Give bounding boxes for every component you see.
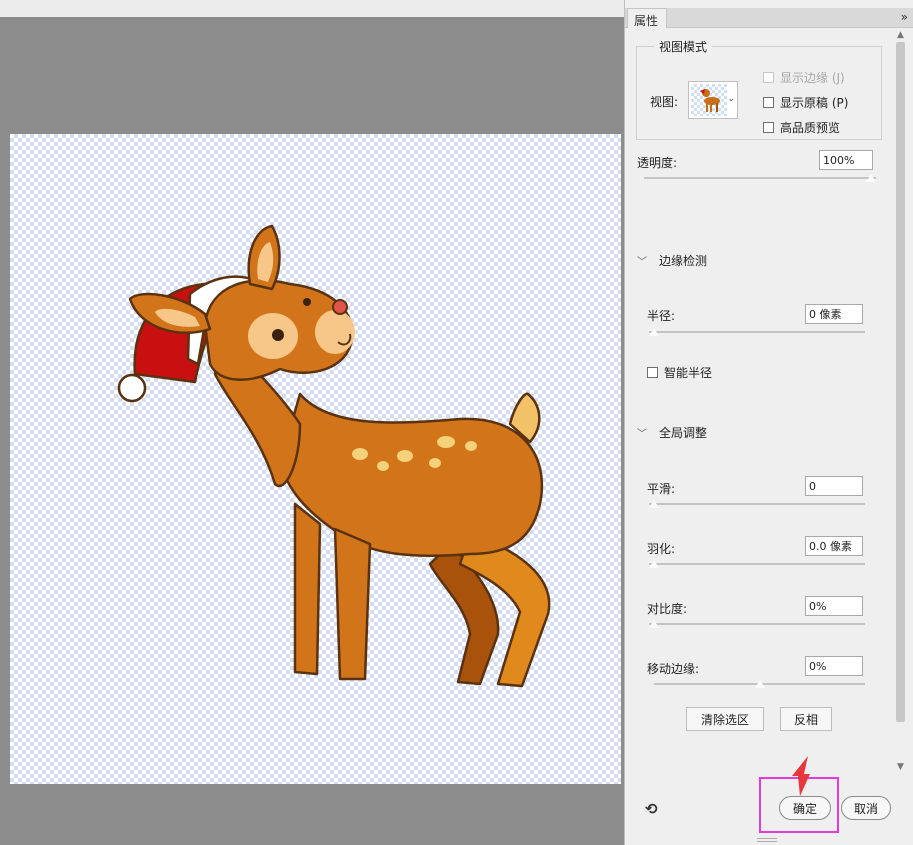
canvas-area	[0, 0, 624, 845]
slider-track	[644, 177, 876, 179]
deer-thumbnail-icon	[700, 89, 720, 112]
deer-illustration	[117, 224, 551, 688]
invert-button[interactable]: 反相	[780, 707, 832, 731]
resize-grip[interactable]	[757, 838, 777, 842]
slider-track	[649, 503, 865, 505]
smooth-slider[interactable]	[648, 499, 865, 510]
contrast-slider[interactable]	[648, 619, 865, 630]
contrast-label: 对比度:	[647, 602, 688, 616]
slider-track	[649, 563, 865, 565]
smooth-input[interactable]	[805, 476, 863, 496]
reset-icon[interactable]: ⟲	[645, 800, 658, 818]
chevron-down-icon: ﹀	[637, 429, 647, 440]
smart-radius-label: 智能半径	[664, 366, 713, 380]
opacity-slider[interactable]	[644, 173, 877, 184]
edge-detection-header[interactable]: ﹀ 边缘检测	[637, 252, 707, 269]
smart-radius-checkbox[interactable]	[647, 367, 658, 378]
global-refine-title: 全局调整	[659, 426, 708, 440]
view-mode-group: 视图模式 视图: ⌄ 显示边缘 (J) 显示原稿 (P) 高品质预览	[636, 38, 882, 140]
high-quality-preview-option[interactable]: 高品质预览	[763, 119, 840, 136]
shift-edge-label: 移动边缘:	[647, 662, 700, 676]
properties-panel: 属性 » ▲ ▼ 视图模式 视图: ⌄ 显示边缘 (J) 显示原稿 (P) 高品…	[624, 0, 913, 845]
slider-track	[649, 623, 865, 625]
edge-detection-title: 边缘检测	[659, 254, 708, 268]
global-refine-header[interactable]: ﹀ 全局调整	[637, 424, 707, 441]
shift-edge-input[interactable]	[805, 656, 863, 676]
clear-selection-button[interactable]: 清除选区	[686, 707, 764, 731]
radius-slider[interactable]	[648, 327, 865, 338]
view-mode-title: 视图模式	[654, 38, 713, 55]
slider-thumb[interactable]	[648, 619, 660, 629]
cancel-button[interactable]: 取消	[841, 796, 891, 820]
slider-thumb[interactable]	[648, 559, 660, 569]
high-quality-preview-checkbox[interactable]	[763, 122, 774, 133]
scroll-up-icon[interactable]: ▲	[897, 30, 904, 40]
show-original-label: 显示原稿 (P)	[780, 96, 849, 110]
opacity-label: 透明度:	[637, 156, 678, 170]
view-thumbnail	[691, 84, 727, 116]
show-edge-label: 显示边缘 (J)	[780, 71, 845, 85]
slider-thumb[interactable]	[865, 173, 877, 183]
scrollbar-thumb[interactable]	[896, 42, 905, 722]
panel-scrollbar[interactable]: ▲ ▼	[893, 28, 909, 778]
slider-thumb[interactable]	[648, 327, 660, 337]
feather-label: 羽化:	[647, 542, 676, 556]
opacity-input[interactable]	[819, 150, 873, 170]
canvas-top-strip	[0, 0, 624, 17]
contrast-input[interactable]	[805, 596, 863, 616]
chevron-down-icon: ﹀	[637, 257, 647, 268]
slider-thumb[interactable]	[648, 499, 660, 509]
radius-input[interactable]	[805, 304, 863, 324]
panel-header: 属性 »	[625, 8, 913, 28]
slider-track	[649, 331, 865, 333]
red-arrow-icon	[792, 756, 810, 796]
view-mode-dropdown[interactable]: ⌄	[688, 81, 738, 119]
show-original-checkbox[interactable]	[763, 97, 774, 108]
radius-label: 半径:	[647, 309, 676, 323]
high-quality-preview-label: 高品质预览	[780, 121, 841, 135]
slider-thumb[interactable]	[753, 679, 766, 689]
chevron-down-icon: ⌄	[727, 94, 735, 104]
show-edge-checkbox[interactable]	[763, 72, 774, 83]
shift-edge-slider[interactable]	[654, 679, 865, 690]
scroll-down-icon[interactable]: ▼	[897, 762, 904, 772]
view-label: 视图:	[650, 95, 679, 109]
feather-slider[interactable]	[648, 559, 865, 570]
double-chevron-right-icon[interactable]: »	[901, 10, 908, 24]
show-original-option[interactable]: 显示原稿 (P)	[763, 94, 848, 111]
show-edge-option[interactable]: 显示边缘 (J)	[763, 69, 845, 86]
tab-properties[interactable]: 属性	[627, 8, 668, 28]
document-canvas[interactable]	[10, 134, 621, 784]
smart-radius-option[interactable]: 智能半径	[647, 364, 712, 381]
feather-input[interactable]	[805, 536, 863, 556]
smooth-label: 平滑:	[647, 482, 676, 496]
